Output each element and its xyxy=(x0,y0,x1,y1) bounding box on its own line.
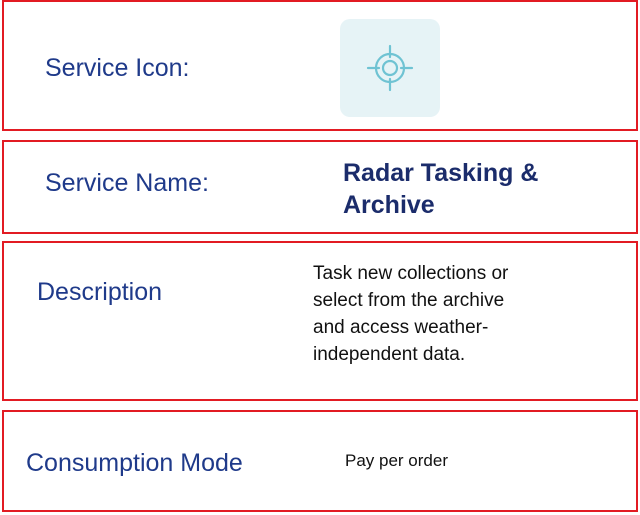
consumption-mode-value: Pay per order xyxy=(345,451,448,470)
service-name-panel: Service Name: Radar Tasking & Archive xyxy=(2,140,638,234)
service-icon-panel: Service Icon: xyxy=(2,0,638,131)
description-value: Task new collections or select from the … xyxy=(313,263,509,365)
consumption-mode-label: Consumption Mode xyxy=(26,449,243,477)
service-icon-tile xyxy=(340,19,440,117)
description-panel: Description Task new collections or sele… xyxy=(2,241,638,401)
service-name-value: Radar Tasking & Archive xyxy=(343,159,539,219)
crosshair-target-icon xyxy=(366,44,414,92)
description-label: Description xyxy=(37,278,163,306)
service-name-label: Service Name: xyxy=(45,169,209,197)
consumption-mode-panel: Consumption Mode Pay per order xyxy=(2,410,638,512)
service-icon-label: Service Icon: xyxy=(45,54,190,82)
